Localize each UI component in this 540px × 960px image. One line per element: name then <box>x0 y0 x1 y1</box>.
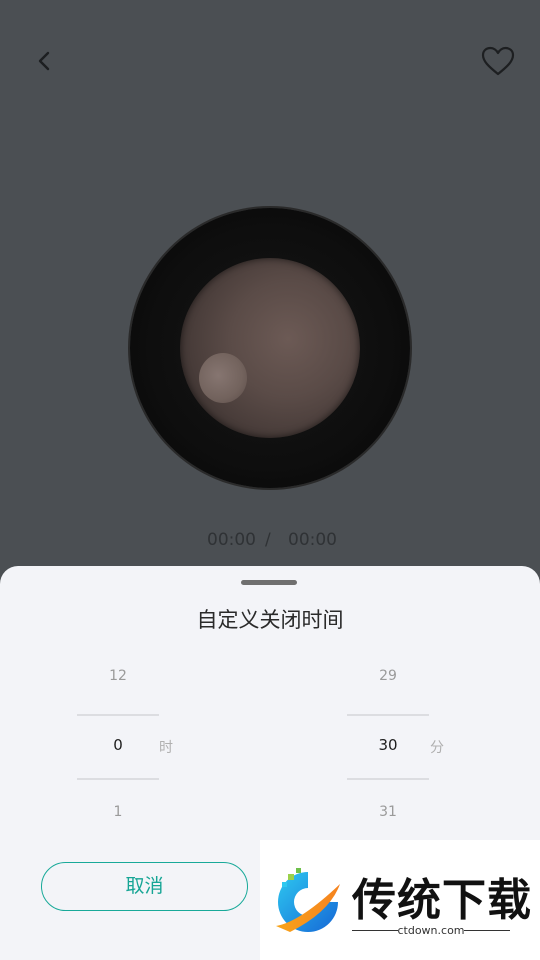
back-button[interactable] <box>30 46 60 76</box>
hour-unit-label: 时 <box>159 740 173 756</box>
brand-url: ctdown.com <box>352 924 510 937</box>
picker-divider <box>77 714 159 716</box>
brand-name: 传统下载 <box>352 875 532 926</box>
hour-option-next[interactable]: 1 <box>77 804 159 820</box>
picker-divider <box>347 714 429 716</box>
picker-divider <box>347 778 429 780</box>
playback-time: 00:00 / 00:00 <box>0 530 540 552</box>
minute-option-prev[interactable]: 29 <box>347 668 429 684</box>
picker-divider <box>77 778 159 780</box>
album-cover <box>180 258 360 438</box>
hour-option-prev[interactable]: 12 <box>77 668 159 684</box>
chevron-left-icon <box>38 51 50 71</box>
cancel-button[interactable]: 取消 <box>41 862 248 911</box>
total-time: 00:00 <box>288 530 337 550</box>
sheet-title: 自定义关闭时间 <box>196 608 344 632</box>
watermark: 传统下载 ctdown.com <box>260 840 540 960</box>
minute-option-selected[interactable]: 30 <box>347 736 429 754</box>
current-time: 00:00 <box>207 530 256 550</box>
heart-outline-icon <box>481 46 515 76</box>
time-separator: / <box>265 530 271 550</box>
minute-option-next[interactable]: 31 <box>347 804 429 820</box>
favorite-button[interactable] <box>480 44 516 78</box>
minute-unit-label: 分 <box>430 740 444 756</box>
hour-option-selected[interactable]: 0 <box>77 736 159 754</box>
album-cover-detail <box>199 353 247 403</box>
sheet-drag-handle[interactable] <box>241 580 297 585</box>
brand-logo-icon <box>276 868 340 932</box>
